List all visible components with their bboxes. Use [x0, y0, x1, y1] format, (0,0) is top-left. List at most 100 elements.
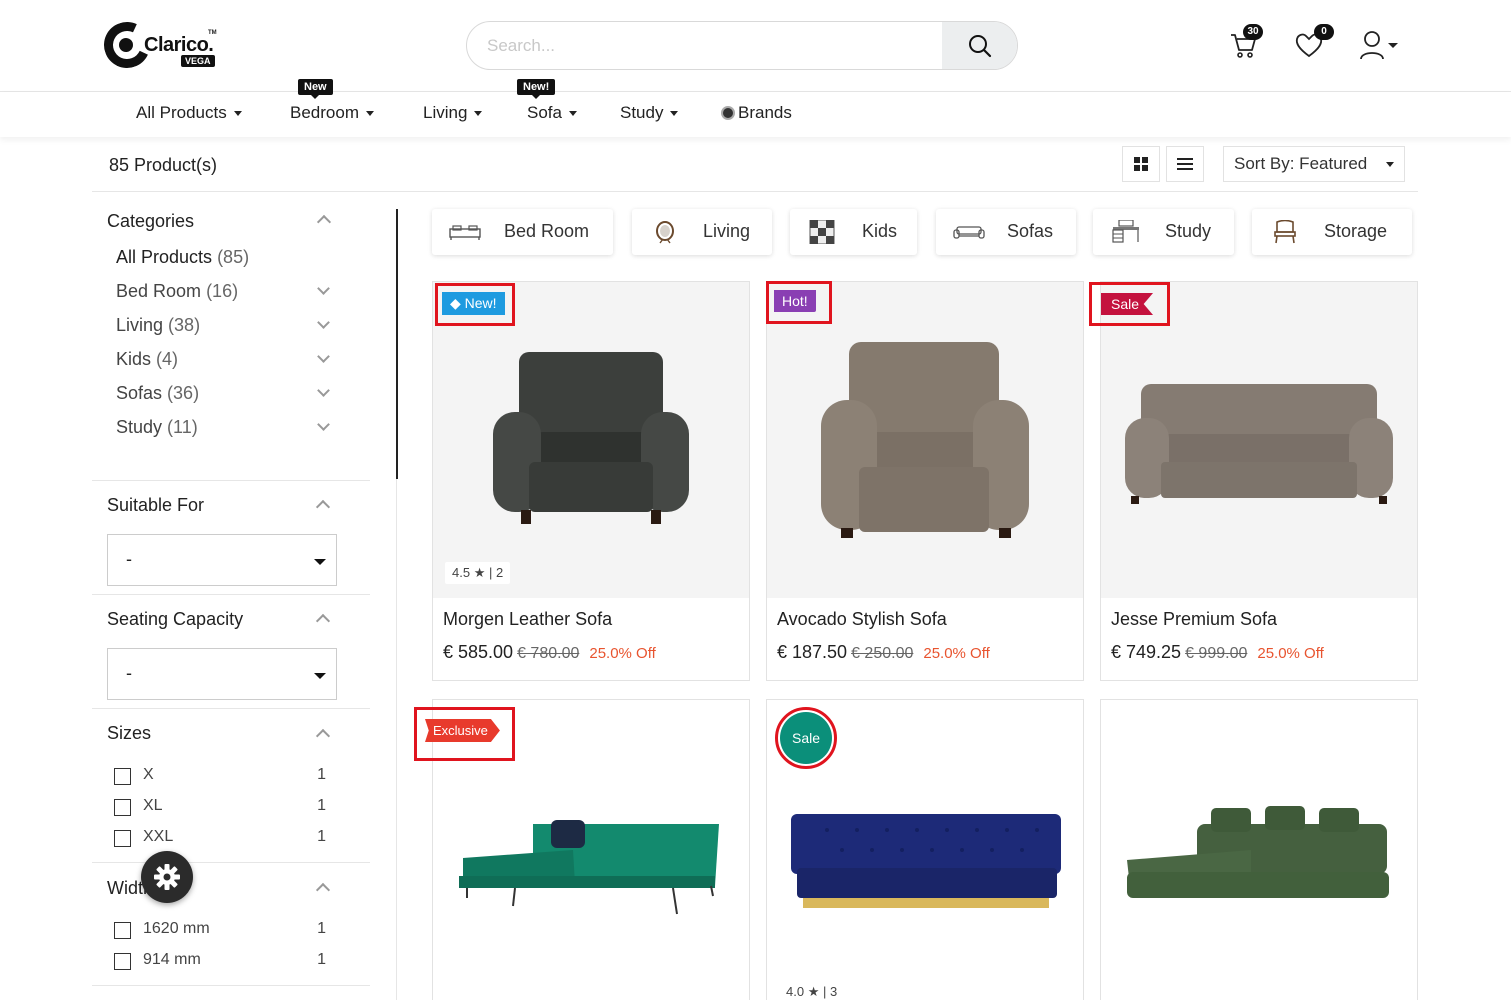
discount-text: 25.0% Off — [923, 645, 990, 662]
product-image[interactable] — [1101, 700, 1417, 1000]
chip-sofas[interactable]: Sofas — [936, 209, 1076, 255]
chip-label: Living — [703, 221, 751, 241]
size-option-xxl[interactable]: XXL 1 — [114, 828, 326, 848]
rating-value: 4.0 — [786, 984, 805, 999]
caret-down-icon — [670, 111, 679, 117]
user-icon — [1360, 31, 1398, 60]
wishlist-button[interactable]: 0 — [1294, 24, 1334, 65]
category-all-products[interactable]: All Products (85) — [116, 247, 249, 268]
select-value: - — [126, 663, 132, 683]
checkbox[interactable] — [114, 922, 131, 939]
option-label: 1620 mm — [143, 920, 210, 937]
product-image[interactable] — [1101, 282, 1417, 598]
caret-down-icon — [365, 111, 374, 117]
chip-storage[interactable]: Storage — [1252, 209, 1412, 255]
cart-button[interactable]: 30 — [1229, 24, 1263, 65]
corner-sofa-image — [1127, 806, 1389, 898]
sofa-image — [1125, 384, 1393, 504]
checker-icon — [809, 220, 835, 244]
product-old-price: € 250.00 — [851, 645, 914, 662]
grid-view-button[interactable] — [1122, 146, 1160, 182]
list-view-button[interactable] — [1166, 146, 1204, 182]
option-count: 1 — [317, 920, 326, 937]
nav-sofa[interactable]: Sofa — [527, 103, 577, 123]
brand-logo[interactable]: Clarico. TM VEGA — [97, 15, 217, 75]
chip-label: Bed Room — [504, 221, 590, 241]
grid-icon — [1134, 157, 1148, 171]
chip-study[interactable]: Study — [1093, 209, 1234, 255]
select-value: - — [126, 549, 132, 569]
product-name[interactable]: Morgen Leather Sofa — [443, 609, 612, 630]
desk-icon — [1112, 220, 1139, 243]
product-card[interactable]: Avocado Stylish Sofa € 187.50 € 250.00 25.… — [766, 281, 1084, 681]
category-bed-room[interactable]: Bed Room (16) — [116, 281, 238, 302]
chevron-down-icon[interactable] — [317, 350, 330, 363]
tag-icon: ◆ — [450, 295, 465, 311]
sort-label: Sort By: Featured — [1234, 154, 1368, 173]
new-label: ◆ New! — [442, 292, 505, 315]
product-name[interactable]: Avocado Stylish Sofa — [777, 609, 947, 630]
option-count: 1 — [317, 951, 326, 968]
product-name[interactable]: Jesse Premium Sofa — [1111, 609, 1277, 630]
chip-living[interactable]: Living — [632, 209, 772, 255]
sidebar-scrollbar[interactable] — [396, 209, 398, 479]
chip-bed-room[interactable]: Bed Room — [432, 209, 613, 255]
account-button[interactable] — [1359, 30, 1399, 65]
category-sofas[interactable]: Sofas (36) — [116, 383, 199, 404]
caret-down-icon — [233, 111, 242, 117]
seating-capacity-select[interactable]: - — [107, 648, 337, 700]
chevron-down-icon[interactable] — [317, 384, 330, 397]
settings-button[interactable] — [141, 851, 193, 903]
brands-icon — [721, 106, 735, 120]
option-count: 1 — [317, 766, 326, 783]
search-input[interactable] — [467, 22, 943, 69]
product-count: 85 Product(s) — [109, 155, 218, 175]
checkbox[interactable] — [114, 768, 131, 785]
nav-all-products[interactable]: All Products — [136, 103, 242, 123]
checkbox[interactable] — [114, 953, 131, 970]
category-count: (36) — [167, 383, 200, 403]
chip-label: Study — [1165, 221, 1212, 241]
chevron-up-icon[interactable] — [316, 214, 332, 230]
checkbox[interactable] — [114, 799, 131, 816]
rating-badge: 4.0 ★ | 3 — [779, 981, 845, 1000]
product-price: € 749.25 — [1111, 642, 1182, 662]
nav-study[interactable]: Study — [620, 103, 679, 123]
chevron-down-icon[interactable] — [317, 316, 330, 329]
suitable-for-select[interactable]: - — [107, 534, 337, 586]
chevron-down-icon[interactable] — [317, 282, 330, 295]
product-card[interactable]: Jesse Premium Sofa € 749.25 € 999.00 25.0%… — [1100, 281, 1418, 681]
chevron-up-icon[interactable] — [315, 499, 331, 515]
logo-sub: VEGA — [181, 55, 215, 67]
sort-dropdown[interactable]: Sort By: Featured — [1223, 146, 1405, 182]
category-study[interactable]: Study (11) — [116, 417, 198, 438]
width-option-914[interactable]: 914 mm 1 — [114, 951, 326, 971]
search-button[interactable] — [942, 22, 1017, 69]
wishlist-count-badge: 0 — [1314, 24, 1334, 40]
product-card[interactable] — [1100, 699, 1418, 1000]
checkbox[interactable] — [114, 830, 131, 847]
size-option-xl[interactable]: XL 1 — [114, 797, 326, 817]
size-option-x[interactable]: X1 — [114, 766, 326, 786]
nav-label: Bedroom — [290, 103, 359, 122]
product-image[interactable] — [433, 282, 749, 598]
nav-living[interactable]: Living — [423, 103, 483, 123]
chip-kids[interactable]: Kids — [790, 209, 917, 255]
sidebar-border — [396, 479, 397, 1000]
product-image[interactable] — [767, 282, 1083, 598]
chevron-up-icon[interactable] — [315, 728, 331, 744]
category-kids[interactable]: Kids (4) — [116, 349, 178, 370]
nav-brands[interactable]: Brands — [721, 103, 792, 123]
nav-bedroom[interactable]: Bedroom — [290, 103, 374, 123]
product-card[interactable]: 4.5 ★ | 2 Morgen Leather Sofa € 585.00 € … — [432, 281, 750, 681]
list-icon — [1177, 158, 1193, 170]
search-bar — [466, 21, 1018, 70]
product-price: € 585.00 — [443, 642, 514, 662]
width-option-1620[interactable]: 1620 mm 1 — [114, 920, 326, 940]
caret-down-icon — [568, 111, 577, 117]
category-label: All Products — [116, 247, 213, 267]
category-living[interactable]: Living (38) — [116, 315, 200, 336]
chevron-up-icon[interactable] — [315, 613, 331, 629]
chevron-up-icon[interactable] — [315, 882, 331, 898]
chevron-down-icon[interactable] — [317, 418, 330, 431]
